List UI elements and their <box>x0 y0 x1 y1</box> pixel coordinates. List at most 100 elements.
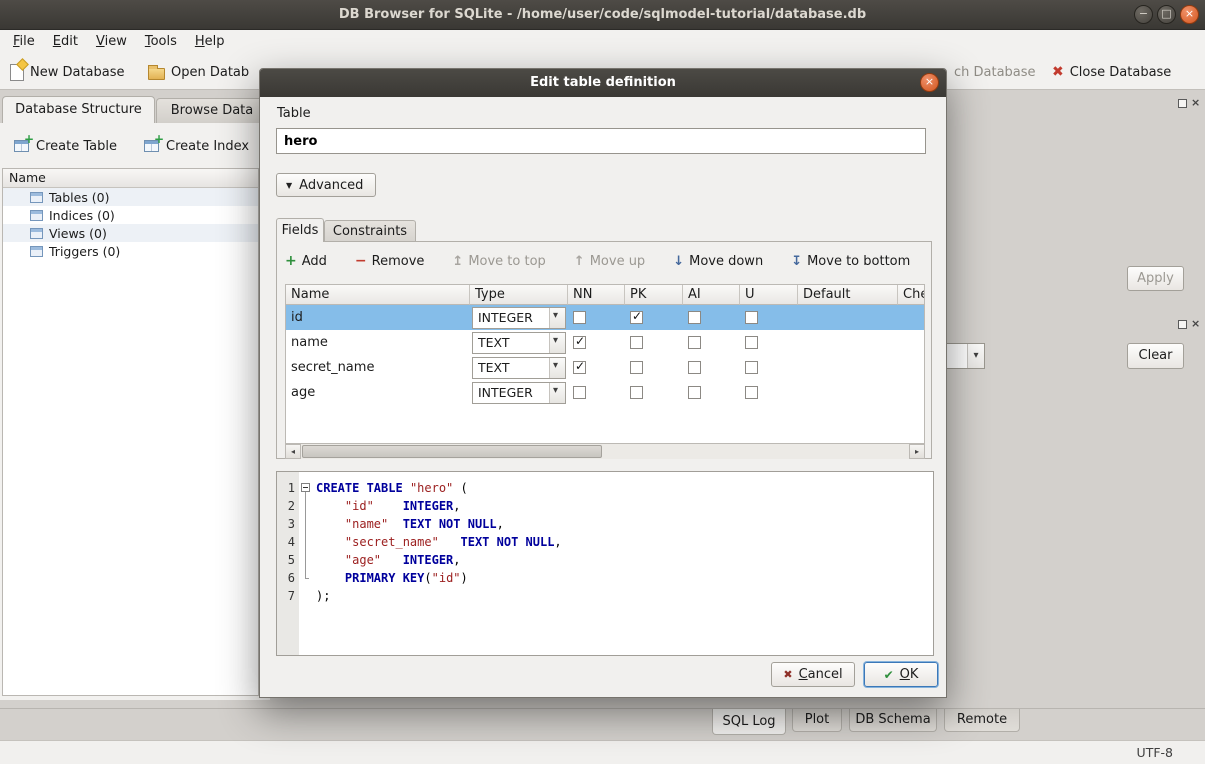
chevron-down-icon[interactable] <box>549 358 565 378</box>
field-default-cell[interactable] <box>798 305 898 330</box>
field-u-checkbox[interactable] <box>745 361 758 374</box>
table-name-input[interactable] <box>276 128 926 154</box>
dock-close-icon[interactable]: × <box>1191 97 1200 109</box>
column-header-ai[interactable]: AI <box>683 285 740 305</box>
add-field-button[interactable]: + Add <box>285 254 327 269</box>
field-u-checkbox[interactable] <box>745 386 758 399</box>
move-down-button[interactable]: ↓ Move down <box>673 254 763 269</box>
field-type-select[interactable]: TEXT <box>472 357 566 379</box>
move-to-bottom-button[interactable]: ↧ Move to bottom <box>791 254 910 269</box>
field-pk-checkbox[interactable] <box>630 336 643 349</box>
column-header-u[interactable]: U <box>740 285 798 305</box>
open-database-button[interactable]: Open Datab <box>142 58 255 86</box>
scroll-left-icon[interactable]: ◂ <box>285 444 301 459</box>
field-type-select[interactable]: INTEGER <box>472 382 566 404</box>
dialog-close-icon[interactable]: × <box>920 73 939 92</box>
create-index-button[interactable]: Create Index <box>138 133 255 159</box>
field-nn-checkbox[interactable] <box>573 311 586 324</box>
field-u-checkbox[interactable] <box>745 311 758 324</box>
column-header-check[interactable]: Che <box>898 285 925 305</box>
field-ai-checkbox[interactable] <box>688 336 701 349</box>
column-header-default[interactable]: Default <box>798 285 898 305</box>
field-row[interactable]: id INTEGER <box>286 305 924 330</box>
dock-float-icon[interactable] <box>1178 320 1187 329</box>
field-type-cell: INTEGER <box>470 380 568 405</box>
menu-tools[interactable]: Tools <box>136 30 186 54</box>
field-pk-checkbox[interactable] <box>630 361 643 374</box>
column-header-pk[interactable]: PK <box>625 285 683 305</box>
tab-database-structure[interactable]: Database Structure <box>2 96 155 123</box>
column-header-type[interactable]: Type <box>470 285 568 305</box>
maximize-icon[interactable]: □ <box>1157 5 1176 24</box>
field-nn-checkbox[interactable] <box>573 386 586 399</box>
field-check-cell[interactable] <box>898 330 925 355</box>
field-check-cell[interactable] <box>898 355 925 380</box>
code-fold-icon[interactable] <box>301 483 310 492</box>
tab-browse-data[interactable]: Browse Data <box>156 98 268 123</box>
field-ai-checkbox[interactable] <box>688 361 701 374</box>
menu-help[interactable]: Help <box>186 30 234 54</box>
field-row[interactable]: secret_name TEXT <box>286 355 924 380</box>
tree-item-indices[interactable]: Indices (0) <box>3 206 258 224</box>
dock-float-icon[interactable] <box>1178 99 1187 108</box>
column-header-name[interactable]: Name <box>286 285 470 305</box>
field-type-select[interactable]: INTEGER <box>472 307 566 329</box>
scroll-right-icon[interactable]: ▸ <box>909 444 925 459</box>
field-pk-checkbox[interactable] <box>630 386 643 399</box>
field-check-cell[interactable] <box>898 380 925 405</box>
tab-sql-log[interactable]: SQL Log <box>712 709 786 735</box>
scrollbar-thumb[interactable] <box>302 445 602 458</box>
field-ai-checkbox[interactable] <box>688 386 701 399</box>
dock-close-icon[interactable]: × <box>1191 318 1200 330</box>
status-bar: UTF-8 <box>0 740 1205 764</box>
minimize-icon[interactable]: − <box>1134 5 1153 24</box>
tree-item-tables[interactable]: Tables (0) <box>3 188 258 206</box>
remove-field-button[interactable]: − Remove <box>355 254 425 269</box>
field-name[interactable]: age <box>286 380 470 405</box>
attach-database-button[interactable]: ch Database <box>948 58 1042 86</box>
tab-plot[interactable]: Plot <box>792 709 842 732</box>
field-name[interactable]: name <box>286 330 470 355</box>
field-name[interactable]: id <box>286 305 470 330</box>
field-nn-checkbox[interactable] <box>573 336 586 349</box>
advanced-toggle-button[interactable]: ▼ Advanced <box>276 173 376 197</box>
ok-button[interactable]: ✔ OK <box>864 662 938 687</box>
tab-fields[interactable]: Fields <box>276 218 324 242</box>
field-default-cell[interactable] <box>798 380 898 405</box>
field-ai-checkbox[interactable] <box>688 311 701 324</box>
clear-button[interactable]: Clear <box>1127 343 1184 369</box>
chevron-down-icon[interactable] <box>549 333 565 353</box>
menu-edit[interactable]: Edit <box>44 30 87 54</box>
tree-item-views[interactable]: Views (0) <box>3 224 258 242</box>
field-name[interactable]: secret_name <box>286 355 470 380</box>
create-table-button[interactable]: Create Table <box>8 133 123 159</box>
new-database-button[interactable]: New Database <box>4 58 131 86</box>
field-pk-checkbox[interactable] <box>630 311 643 324</box>
chevron-down-icon[interactable]: ▾ <box>967 344 984 368</box>
field-row[interactable]: name TEXT <box>286 330 924 355</box>
chevron-down-icon[interactable] <box>549 383 565 403</box>
column-header-nn[interactable]: NN <box>568 285 625 305</box>
tree-item-triggers[interactable]: Triggers (0) <box>3 242 258 260</box>
cancel-button[interactable]: ✖ Cancel <box>771 662 855 687</box>
tab-constraints[interactable]: Constraints <box>324 220 416 242</box>
chevron-down-icon[interactable] <box>549 308 565 328</box>
tab-db-schema[interactable]: DB Schema <box>849 709 937 732</box>
close-database-icon: ✖ <box>1052 65 1064 79</box>
field-nn-checkbox[interactable] <box>573 361 586 374</box>
menu-file[interactable]: File <box>4 30 44 54</box>
tree-header-name[interactable]: Name <box>3 169 258 188</box>
menu-view[interactable]: View <box>87 30 136 54</box>
close-icon[interactable]: × <box>1180 5 1199 24</box>
field-type-select[interactable]: TEXT <box>472 332 566 354</box>
field-default-cell[interactable] <box>798 330 898 355</box>
sql-code[interactable]: CREATE TABLE "hero" ( "id" INTEGER, "nam… <box>312 472 933 655</box>
field-row[interactable]: age INTEGER <box>286 380 924 405</box>
horizontal-scrollbar[interactable]: ◂ ▸ <box>285 444 925 459</box>
field-check-cell[interactable] <box>898 305 925 330</box>
close-database-button[interactable]: ✖ Close Database <box>1046 58 1177 86</box>
mode-combobox-partial[interactable]: ▾ <box>947 343 985 369</box>
field-default-cell[interactable] <box>798 355 898 380</box>
field-u-checkbox[interactable] <box>745 336 758 349</box>
tab-remote[interactable]: Remote <box>944 709 1020 732</box>
